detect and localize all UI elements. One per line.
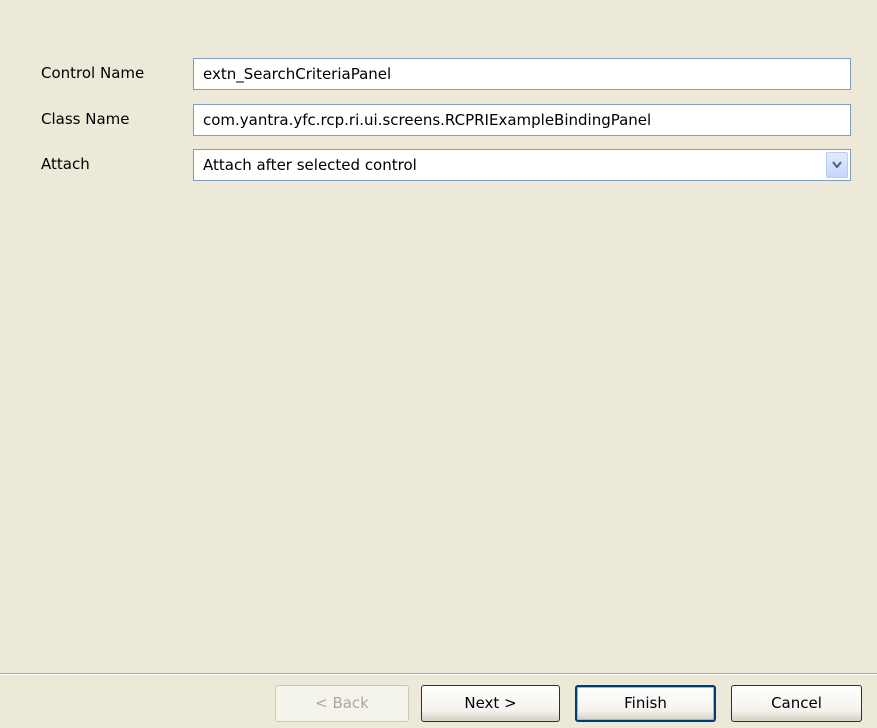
class-name-input[interactable] (193, 104, 851, 136)
class-name-label: Class Name (41, 110, 130, 128)
back-button[interactable]: < Back (275, 685, 409, 722)
dropdown-button[interactable] (826, 152, 848, 178)
class-name-row: Class Name (0, 104, 877, 136)
cancel-button[interactable]: Cancel (731, 685, 862, 722)
control-name-row: Control Name (0, 58, 877, 90)
control-name-input[interactable] (193, 58, 851, 90)
button-bar-divider (0, 673, 877, 675)
attach-select[interactable]: Attach after selected control (193, 149, 851, 181)
wizard-dialog: Control Name Class Name Attach Attach af… (0, 0, 877, 728)
next-button[interactable]: Next > (421, 685, 560, 722)
attach-row: Attach Attach after selected control (0, 149, 877, 181)
attach-label: Attach (41, 155, 90, 173)
control-name-label: Control Name (41, 64, 145, 82)
chevron-down-icon (832, 161, 842, 169)
finish-button[interactable]: Finish (575, 685, 716, 722)
attach-selected-value: Attach after selected control (203, 156, 417, 174)
